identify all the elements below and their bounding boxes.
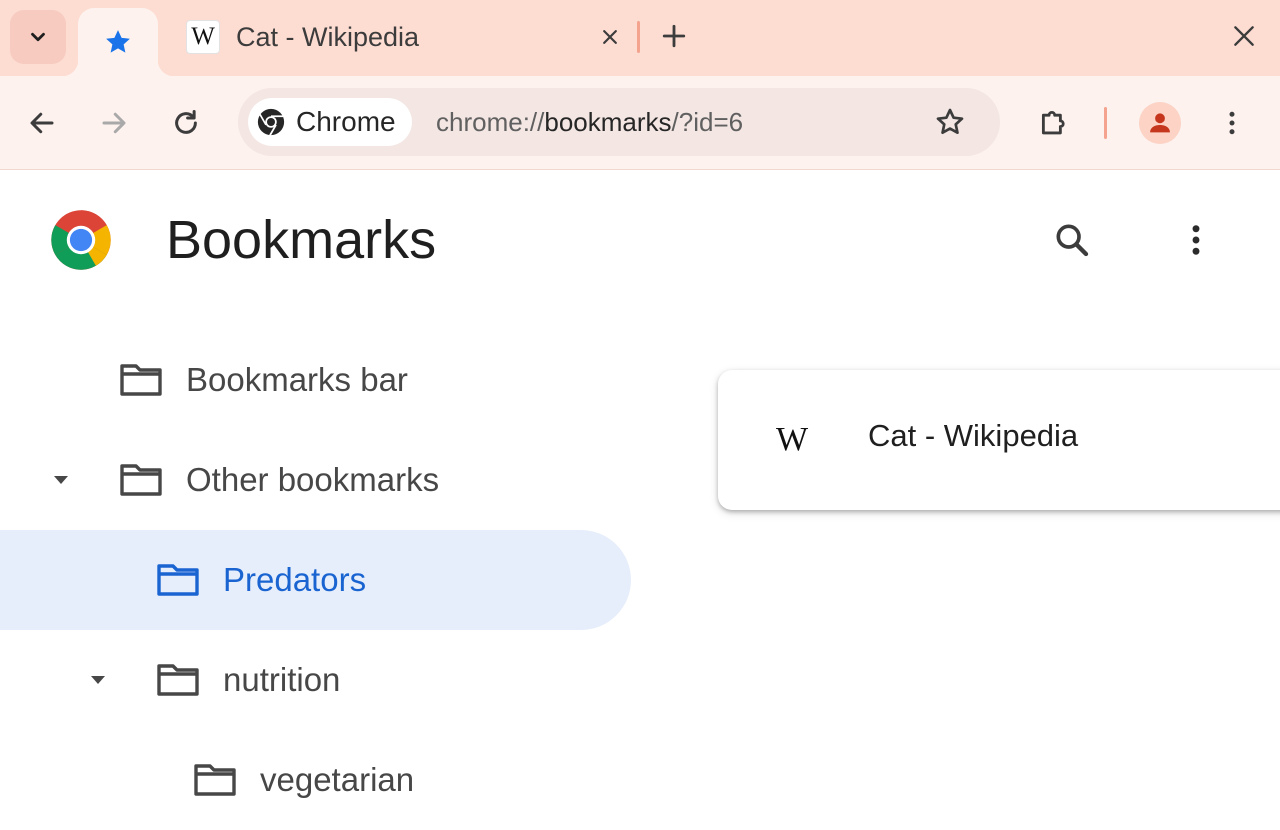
page-title: Bookmarks [166,210,437,270]
tab-search-button[interactable] [10,10,66,64]
reload-icon [175,110,197,134]
expand-caret-icon[interactable] [83,665,113,695]
puzzle-icon [1041,111,1065,135]
star-outline-icon [936,108,964,134]
tree-item-label: vegetarian [260,761,415,798]
tree-item-label: Other bookmarks [186,461,440,498]
more-vert-icon [1229,111,1235,135]
bookmark-title: Cat - Wikipedia [868,418,1079,453]
url-scheme: chrome:// [436,106,545,137]
url-host: bookmarks [544,106,672,137]
tree-item-label: Bookmarks bar [186,361,408,398]
site-chip-label: Chrome [296,106,396,137]
chevron-down-icon [31,32,45,42]
tab-cat-wikipedia[interactable]: W Cat - Wikipedia [170,8,630,66]
tab-separator [637,21,640,53]
folder-icon [157,564,199,596]
url-text[interactable]: chrome://bookmarks/?id=6 [436,88,743,156]
arrow-left-icon [30,112,54,134]
chrome-icon [257,108,285,136]
person-icon [1150,113,1170,133]
tab-bookmarks[interactable] [62,8,174,76]
reload-button[interactable] [162,99,210,147]
chrome-logo-icon [51,210,111,270]
tree-item-bookmarks-bar[interactable]: Bookmarks bar [0,330,632,430]
more-vert-icon [1192,225,1200,255]
tree-item-other-bookmarks[interactable]: Other bookmarks [0,430,632,530]
tree-item-nutrition[interactable]: nutrition [0,630,632,730]
forward-button[interactable] [90,99,138,147]
window-close-button[interactable] [1222,14,1266,58]
tree-item-label: nutrition [223,661,341,698]
url-path: /?id=6 [671,106,744,137]
browser-toolbar: Chrome chrome://bookmarks/?id=6 [0,76,1280,170]
omnibox[interactable]: Chrome chrome://bookmarks/?id=6 [238,88,1000,156]
folder-icon [120,364,162,396]
bookmark-star-button[interactable] [928,100,972,144]
back-button[interactable] [18,99,66,147]
profile-avatar-button[interactable] [1139,102,1181,144]
organize-menu-button[interactable] [1172,214,1220,266]
caret-down-icon [91,676,105,684]
wikipedia-favicon-icon: W [775,421,809,458]
close-icon [1234,26,1254,46]
extensions-button[interactable] [1030,99,1078,147]
tab-title: Cat - Wikipedia [236,21,420,52]
star-icon [106,30,130,53]
tree-item-predators[interactable]: Predators [0,530,631,630]
folder-icon [194,764,236,796]
tree-item-vegetarian[interactable]: vegetarian [0,730,632,830]
tab-strip: W Cat - Wikipedia [0,0,1280,76]
folder-icon [120,464,162,496]
tree-item-label: Predators [223,561,367,598]
expand-caret-icon[interactable] [46,465,76,495]
new-tab-button[interactable] [652,14,696,58]
browser-menu-button[interactable] [1208,99,1256,147]
plus-icon [662,24,686,48]
close-icon [603,30,617,44]
bookmark-list-card: W Cat - Wikipedia [718,370,1280,510]
folder-icon [157,664,199,696]
caret-down-icon [54,476,68,484]
bookmark-item[interactable]: W Cat - Wikipedia [718,370,1280,510]
search-button[interactable] [1046,214,1098,266]
arrow-right-icon [102,112,126,134]
toolbar-separator [1104,107,1107,139]
search-icon [1056,224,1089,257]
site-chip[interactable]: Chrome [248,98,412,146]
tab-close-button[interactable] [590,17,630,57]
wikipedia-favicon-icon: W [186,20,220,54]
